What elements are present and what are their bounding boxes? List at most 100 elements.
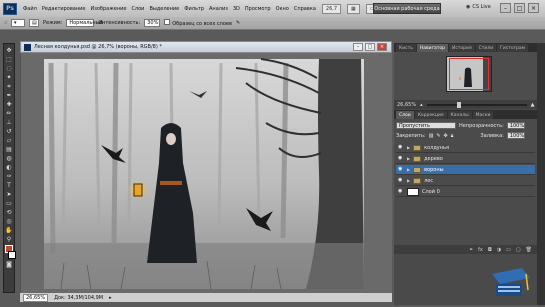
panel-tab[interactable]: История: [448, 44, 475, 52]
layers-panel-tab[interactable]: Маски: [472, 111, 494, 119]
quick-select-tool-icon[interactable]: ✦: [5, 74, 13, 81]
workspace-switcher[interactable]: Основная рабочая среда: [373, 3, 441, 14]
visibility-eye-icon[interactable]: ◉: [398, 145, 404, 150]
menu-item[interactable]: Редактирование: [42, 6, 86, 12]
arrange-documents-button[interactable]: ▦: [347, 3, 360, 14]
dodge-tool-icon[interactable]: ◐: [5, 164, 13, 171]
zoom-out-icon[interactable]: ▴: [420, 102, 423, 108]
intensity-input[interactable]: 30%: [144, 19, 161, 27]
status-arrow-icon[interactable]: ▸: [109, 295, 112, 301]
zoom-mini-display[interactable]: 26,7: [321, 3, 342, 14]
sample-all-layers-checkbox[interactable]: Образец со всех слоев: [164, 19, 232, 27]
hand-tool-icon[interactable]: ✋: [5, 227, 13, 234]
menu-item[interactable]: Фильтр: [184, 6, 204, 12]
clone-stamp-tool-icon[interactable]: ⊥: [5, 119, 13, 126]
brush-size-picker[interactable]: ▾: [11, 19, 26, 27]
layers-panel-tab[interactable]: Коррекция: [414, 111, 447, 119]
layer-row[interactable]: ◉ ▶ колдунья: [396, 143, 535, 153]
blend-mode-select[interactable]: Пропустить: [396, 122, 456, 129]
lock-all-icon[interactable]: 🔒︎: [451, 133, 454, 139]
crop-tool-icon[interactable]: ⌗: [5, 83, 13, 90]
history-brush-tool-icon[interactable]: ↺: [5, 128, 13, 135]
smudge-tool-icon[interactable]: ☝: [4, 20, 7, 26]
expand-group-icon[interactable]: ▶: [407, 167, 410, 172]
lock-image-icon[interactable]: ✎: [436, 133, 440, 139]
zoom-in-icon[interactable]: ▲: [531, 102, 535, 108]
document-tab[interactable]: Лесная колдунья.psd @ 26,7% (вороны, RGB…: [20, 41, 392, 53]
artwork-image[interactable]: [21, 53, 393, 293]
cs-live-button[interactable]: ◉ CS Live: [466, 4, 491, 10]
3d-rotate-tool-icon[interactable]: ⟲: [5, 209, 13, 216]
panel-tab[interactable]: Стили: [475, 44, 497, 52]
link-layers-icon[interactable]: ⚭: [469, 247, 473, 253]
eraser-tool-icon[interactable]: ▱: [5, 137, 13, 144]
navigator-zoom-knob[interactable]: [456, 101, 461, 108]
doc-minimize-button[interactable]: –: [353, 43, 363, 51]
new-layer-icon[interactable]: ▢: [516, 247, 521, 253]
shape-tool-icon[interactable]: ▭: [5, 200, 13, 207]
marquee-tool-icon[interactable]: ⬚: [5, 56, 13, 63]
brush-panel-toggle[interactable]: ▤: [29, 19, 40, 27]
panel-tab[interactable]: Навигатор: [416, 44, 448, 52]
layer-row[interactable]: ◉ ▶ дерево: [396, 154, 535, 164]
navigator-view-box[interactable]: [449, 58, 489, 90]
new-group-icon[interactable]: ▭: [506, 247, 511, 253]
panel-tab[interactable]: Гистограм: [497, 44, 529, 52]
panel-tab[interactable]: Кисть: [396, 44, 416, 52]
visibility-eye-icon[interactable]: ◉: [398, 178, 404, 183]
gradient-tool-icon[interactable]: ▤: [5, 146, 13, 153]
visibility-eye-icon[interactable]: ◉: [398, 167, 404, 172]
opacity-input[interactable]: 100%: [506, 122, 525, 129]
expand-group-icon[interactable]: ▶: [407, 156, 410, 161]
layer-style-icon[interactable]: fx: [478, 247, 483, 253]
layer-row[interactable]: ◉ Слой 0: [396, 187, 535, 197]
eyedropper-tool-icon[interactable]: ✒: [5, 92, 13, 99]
3d-orbit-tool-icon[interactable]: ◎: [5, 218, 13, 225]
layers-panel-tab[interactable]: Каналы: [447, 111, 472, 119]
maximize-button[interactable]: □: [514, 3, 525, 13]
doc-maximize-button[interactable]: □: [365, 43, 375, 51]
fill-input[interactable]: 100%: [506, 132, 525, 139]
pen-tool-icon[interactable]: ✑: [5, 173, 13, 180]
brush-tool-icon[interactable]: ✏: [5, 110, 13, 117]
menu-item[interactable]: Изображение: [90, 6, 126, 12]
pressure-icon[interactable]: ✎: [236, 20, 240, 26]
lasso-tool-icon[interactable]: ◌: [5, 65, 13, 72]
move-tool-icon[interactable]: ✥: [5, 47, 13, 54]
visibility-eye-icon[interactable]: ◉: [398, 189, 404, 194]
type-tool-icon[interactable]: T: [5, 182, 13, 189]
canvas-area[interactable]: [20, 53, 392, 293]
menu-item[interactable]: Слои: [131, 6, 144, 12]
lock-transparency-icon[interactable]: ▨: [429, 133, 434, 139]
expand-group-icon[interactable]: ▶: [407, 145, 410, 150]
blur-tool-icon[interactable]: ◍: [5, 155, 13, 162]
minimize-button[interactable]: –: [500, 3, 511, 13]
lock-position-icon[interactable]: ✥: [444, 133, 448, 139]
menu-item[interactable]: Просмотр: [245, 6, 271, 12]
menu-item[interactable]: Справка: [294, 6, 316, 12]
navigator-zoom-slider[interactable]: [426, 101, 527, 108]
background-color-swatch[interactable]: [7, 251, 16, 259]
delete-layer-icon[interactable]: 🗑︎: [526, 247, 532, 253]
menu-item[interactable]: Выделение: [149, 6, 179, 12]
menu-item[interactable]: Окно: [276, 6, 289, 12]
zoom-tool-icon[interactable]: ⚲: [5, 236, 13, 243]
zoom-level-field[interactable]: 26,65%: [23, 293, 49, 302]
visibility-eye-icon[interactable]: ◉: [398, 156, 404, 161]
quick-mask-icon[interactable]: ◙: [5, 261, 13, 268]
layers-panel-tab[interactable]: Слои: [396, 111, 414, 119]
menu-item[interactable]: Анализ: [209, 6, 228, 12]
expand-group-icon[interactable]: ▶: [407, 178, 410, 183]
layer-row[interactable]: ◉ ▶ вороны: [396, 165, 535, 175]
add-mask-icon[interactable]: ◘: [488, 247, 492, 253]
close-button[interactable]: ×: [528, 3, 539, 13]
healing-tool-icon[interactable]: ✚: [5, 101, 13, 108]
menu-item[interactable]: Файл: [23, 6, 37, 12]
navigator-zoom-value[interactable]: 26,65%: [397, 102, 416, 108]
path-select-tool-icon[interactable]: ➤: [5, 191, 13, 198]
adjustment-layer-icon[interactable]: ◑: [497, 247, 501, 253]
doc-close-button[interactable]: ×: [377, 43, 387, 51]
menu-item[interactable]: 3D: [233, 6, 240, 12]
mode-select[interactable]: Нормальный: [66, 19, 103, 27]
layer-row[interactable]: ◉ ▶ лес: [396, 176, 535, 186]
